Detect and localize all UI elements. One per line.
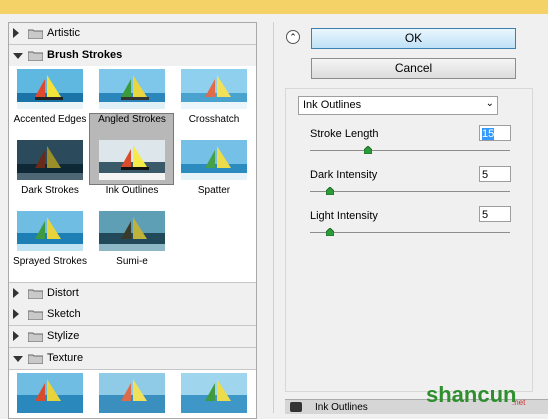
triangle-right-icon [13,28,19,38]
light-intensity-label: Light Intensity [310,210,378,222]
watermark-domain: .net [512,398,526,407]
filter-thumb-spatter[interactable] [181,140,247,180]
window-top-strip [0,0,548,14]
folder-icon [28,29,43,39]
category-artistic[interactable]: Artistic [9,23,256,45]
slider-knob-icon[interactable] [326,187,334,195]
filter-select-value: Ink Outlines [303,99,362,111]
watermark-brand: shancun [426,382,517,407]
dark-intensity-label: Dark Intensity [310,169,378,181]
filter-thumb-dark-strokes[interactable] [17,140,83,180]
category-stylize[interactable]: Stylize [9,326,256,348]
stroke-length-slider-track[interactable] [310,150,510,151]
stroke-length-input[interactable]: 15 [479,125,511,141]
ok-button[interactable]: OK [311,28,516,49]
category-label: Stylize [47,330,80,342]
folder-icon [28,51,43,61]
folder-icon [28,332,43,342]
filter-label: Spatter [197,185,231,196]
filter-thumb-texture-3[interactable] [181,373,247,413]
filter-gallery-panel: Artistic Brush Strokes Accented Edges An… [8,22,257,419]
triangle-down-icon [13,53,23,59]
filter-label: Sumi-e [116,256,148,267]
effect-layer-label: Ink Outlines [315,402,368,413]
filter-thumb-texture-1[interactable] [17,373,83,413]
triangle-right-icon [13,288,19,298]
triangle-down-icon [13,356,23,362]
chevron-down-icon: ⌄ [485,98,494,109]
category-label: Brush Strokes [47,49,123,61]
dark-intensity-value: 5 [482,169,489,181]
category-brush-strokes[interactable]: Brush Strokes [9,45,256,66]
filter-select[interactable]: Ink Outlines ⌄ [298,96,498,115]
light-intensity-input[interactable]: 5 [479,206,511,222]
folder-icon [28,310,43,320]
filter-label: Accented Edges [13,114,87,125]
filter-label: Ink Outlines [105,185,159,196]
double-chevron-up-icon[interactable]: ⌃ [286,30,300,44]
filter-thumb-sumi-e[interactable] [99,211,165,251]
filter-label: Angled Strokes [98,114,166,125]
filter-thumb-sprayed-strokes[interactable] [17,211,83,251]
watermark-logo: shancun .net [420,378,548,408]
light-intensity-slider-track[interactable] [310,232,510,233]
eye-icon[interactable] [290,402,302,412]
filter-thumb-accented-edges[interactable] [17,69,83,109]
dark-intensity-input[interactable]: 5 [479,166,511,182]
filter-label: Crosshatch [188,114,240,125]
folder-icon [28,289,43,299]
light-intensity-value: 5 [482,209,489,221]
category-label: Sketch [47,308,81,320]
filter-label: Sprayed Strokes [13,256,87,267]
category-distort[interactable]: Distort [9,282,256,305]
folder-icon [28,354,43,364]
category-label: Texture [47,352,84,364]
category-label: Distort [47,287,79,299]
filter-label: Dark Strokes [21,185,79,196]
filter-thumb-angled-strokes[interactable] [99,69,165,109]
triangle-right-icon [13,331,19,341]
category-texture[interactable]: Texture [9,348,256,370]
category-label: Artistic [47,27,80,39]
panel-divider [273,22,274,413]
filter-thumb-texture-2[interactable] [99,373,165,413]
cancel-button[interactable]: Cancel [311,58,516,79]
slider-knob-icon[interactable] [364,146,372,154]
dark-intensity-slider-track[interactable] [310,191,510,192]
filter-thumb-crosshatch[interactable] [181,69,247,109]
category-sketch[interactable]: Sketch [9,304,256,326]
filter-thumb-ink-outlines[interactable] [99,140,165,180]
stroke-length-value: 15 [482,128,495,140]
triangle-right-icon [13,309,19,319]
stroke-length-label: Stroke Length [310,128,379,140]
slider-knob-icon[interactable] [326,228,334,236]
